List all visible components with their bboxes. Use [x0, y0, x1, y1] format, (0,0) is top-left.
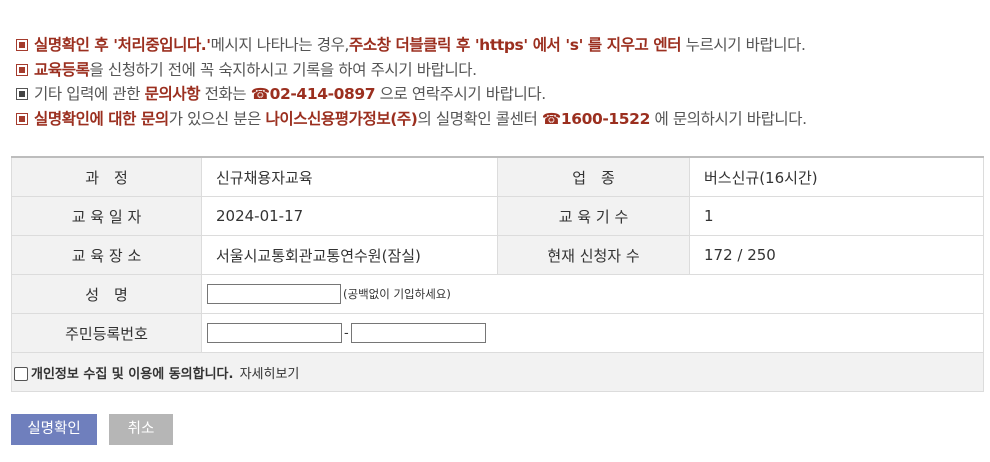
privacy-agree-checkbox[interactable]: [14, 366, 28, 381]
name-input[interactable]: [207, 284, 341, 304]
privacy-agree-row: 개인정보 수집 및 이용에 동의합니다. 자세히보기: [11, 352, 984, 392]
industry-label: 업 종: [497, 157, 690, 197]
applicants-label: 현재 신청자 수: [497, 235, 690, 275]
table-row: 과 정 신규채용자교육 업 종 버스신규(16시간): [11, 157, 984, 197]
notice-item-inquiry-phone: 기타 입력에 관한 문의사항 전화는 ☎02-414-0897 으로 연락주시기…: [16, 82, 986, 107]
phone-icon: ☎: [541, 109, 561, 128]
course-label: 과 정: [11, 157, 202, 197]
session-value: 1: [689, 196, 984, 236]
course-info-table: 과 정 신규채용자교육 업 종 버스신규(16시간) 교 육 일 자 2024-…: [11, 156, 984, 392]
table-row: 개인정보 수집 및 이용에 동의합니다. 자세히보기: [11, 352, 984, 392]
square-bullet-icon: [16, 63, 28, 76]
table-row: 주민등록번호 -: [11, 313, 984, 353]
place-label: 교 육 장 소: [11, 235, 202, 275]
table-row: 성 명 (공백없이 기입하세요): [11, 274, 984, 314]
date-value: 2024-01-17: [201, 196, 498, 236]
verify-button[interactable]: 실명확인: [11, 414, 97, 445]
industry-value: 버스신규(16시간): [689, 157, 984, 197]
table-row: 교 육 일 자 2024-01-17 교 육 기 수 1: [11, 196, 984, 236]
table-row: 교 육 장 소 서울시교통회관교통연수원(잠실) 현재 신청자 수 172 / …: [11, 235, 984, 275]
name-label: 성 명: [11, 274, 202, 314]
notice-item-register: 교육등록을 신청하기 전에 꼭 숙지하시고 기록을 하여 주시기 바랍니다.: [16, 58, 986, 83]
rrn-cell: -: [201, 313, 984, 353]
cancel-button[interactable]: 취소: [109, 414, 173, 445]
phone-icon: ☎: [250, 85, 270, 104]
name-cell: (공백없이 기입하세요): [201, 274, 984, 314]
notice-item-verification-callcenter: 실명확인에 대한 문의가 있으신 분은 나이스신용평가정보(주)의 실명확인 콜…: [16, 107, 986, 132]
square-bullet-icon: [16, 39, 28, 51]
rrn-dash: -: [344, 325, 349, 341]
privacy-details-link[interactable]: 자세히보기: [240, 367, 300, 382]
square-bullet-icon: [16, 112, 28, 125]
square-bullet-icon: [16, 88, 28, 101]
date-label: 교 육 일 자: [11, 196, 202, 236]
place-value: 서울시교통회관교통연수원(잠실): [201, 235, 498, 275]
course-value: 신규채용자교육: [201, 157, 498, 197]
rrn-back-input[interactable]: [350, 323, 486, 343]
notice-item-processing: 실명확인 후 '처리중입니다.'메시지 나타나는 경우,주소창 더블클릭 후 '…: [16, 33, 986, 58]
rrn-front-input[interactable]: [207, 323, 342, 343]
name-hint: (공백없이 기입하세요): [343, 287, 451, 301]
session-label: 교 육 기 수: [497, 196, 690, 236]
notice-list: 실명확인 후 '처리중입니다.'메시지 나타나는 경우,주소창 더블클릭 후 '…: [16, 33, 986, 131]
rrn-label: 주민등록번호: [11, 313, 202, 353]
privacy-agree-text: 개인정보 수집 및 이용에 동의합니다.: [31, 366, 234, 382]
applicants-value: 172 / 250: [689, 235, 984, 275]
